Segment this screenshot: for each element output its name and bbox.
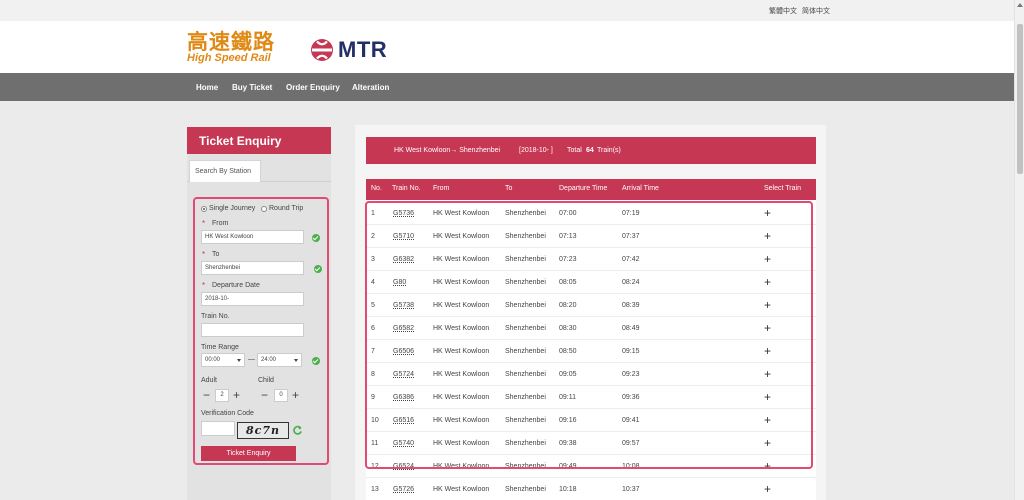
col-select-train: Select Train xyxy=(764,185,801,192)
results-date: [2018-10- ] xyxy=(519,147,553,154)
to-label: To xyxy=(212,251,220,258)
from-valid-check-icon xyxy=(312,234,320,242)
enquiry-panel-title: Ticket Enquiry xyxy=(199,134,282,148)
table-highlight-box xyxy=(365,201,813,469)
nav-buy-ticket[interactable]: Buy Ticket xyxy=(232,83,272,92)
round-trip-label: Round Trip xyxy=(269,205,304,212)
child-plus-button[interactable]: + xyxy=(290,389,301,402)
scroll-thumb[interactable] xyxy=(1017,24,1023,174)
single-journey-radio[interactable] xyxy=(201,206,207,212)
col-no: No. xyxy=(371,185,382,192)
row-number: 13 xyxy=(371,486,379,493)
time-to-value: 24:00 xyxy=(261,357,277,363)
adult-minus-button[interactable]: − xyxy=(201,389,212,402)
hsr-logo-english: High Speed Rail xyxy=(187,52,271,64)
lang-simplified-chinese-link[interactable]: 简体中文 xyxy=(802,6,830,16)
time-range-label: Time Range xyxy=(201,344,239,351)
time-range-valid-check-icon xyxy=(312,357,320,365)
col-arrival-time: Arrival Time xyxy=(622,185,659,192)
col-from: From xyxy=(433,185,450,192)
mtr-logo-icon xyxy=(311,39,333,61)
row-to: Shenzhenbei xyxy=(505,486,546,493)
table-row: 13 G5726 HK West Kowloon Shenzhenbei 10:18 10… xyxy=(366,478,816,500)
row-arrival-time: 10:37 xyxy=(622,486,640,493)
from-label: From xyxy=(212,220,229,227)
page-scrollbar[interactable] xyxy=(1014,0,1024,500)
mtr-logo[interactable]: MTR xyxy=(310,37,387,63)
results-banner: HK West Kowloon→ Shenzhenbei [2018-10- ]… xyxy=(366,137,816,164)
col-departure-time: Departure Time xyxy=(559,185,608,192)
results-total-prefix: Total xyxy=(567,147,582,154)
select-train-plus-icon[interactable]: + xyxy=(764,482,771,496)
chevron-down-icon xyxy=(237,359,241,362)
time-range-separator: — xyxy=(248,356,255,363)
required-asterisk: * xyxy=(202,219,206,228)
results-table-header: No. Train No. From To Departure Time Arr… xyxy=(366,179,816,200)
scroll-up-arrow-icon[interactable] xyxy=(1017,3,1023,7)
to-valid-check-icon xyxy=(314,265,322,273)
nav-home[interactable]: Home xyxy=(196,83,218,92)
enquiry-panel-header: Ticket Enquiry xyxy=(187,127,331,154)
results-total-suffix: Train(s) xyxy=(597,147,621,154)
adult-count[interactable]: 2 xyxy=(215,389,229,402)
row-departure-time: 10:18 xyxy=(559,486,577,493)
time-from-select[interactable]: 00:00 xyxy=(201,353,245,367)
train-no-input[interactable] xyxy=(201,323,304,337)
single-journey-label: Single Journey xyxy=(209,205,256,212)
to-input[interactable]: Shenzhenbei xyxy=(201,261,304,275)
child-minus-button[interactable]: − xyxy=(259,389,270,402)
from-input[interactable]: HK West Kowloon xyxy=(201,230,304,244)
chevron-down-icon xyxy=(294,359,298,362)
col-to: To xyxy=(505,185,513,192)
round-trip-radio[interactable] xyxy=(261,206,267,212)
tab-search-by-station[interactable]: Search By Station xyxy=(189,160,261,182)
adult-plus-button[interactable]: + xyxy=(231,389,242,402)
time-to-select[interactable]: 24:00 xyxy=(257,353,302,367)
mtr-logo-text: MTR xyxy=(338,37,388,62)
verification-code-input[interactable] xyxy=(201,421,235,436)
required-asterisk: * xyxy=(202,281,206,290)
nav-alteration[interactable]: Alteration xyxy=(352,83,389,92)
main-nav: Home Buy Ticket Order Enquiry Alteration xyxy=(0,73,1014,101)
departure-date-label: Departure Date xyxy=(212,282,260,289)
hsr-logo-chinese: 高速鐵路 xyxy=(187,29,275,54)
language-bar: 繁體中文 简体中文 xyxy=(0,0,1014,21)
train-no-label: Train No. xyxy=(201,313,230,320)
child-label: Child xyxy=(258,377,274,384)
row-from: HK West Kowloon xyxy=(433,486,490,493)
captcha-image: 8c7n xyxy=(237,422,289,439)
hsr-logo[interactable]: 高速鐵路 High Speed Rail xyxy=(187,31,287,67)
site-header: 高速鐵路 High Speed Rail MTR xyxy=(0,21,1014,73)
lang-traditional-chinese-link[interactable]: 繁體中文 xyxy=(769,6,797,16)
required-asterisk: * xyxy=(202,250,206,259)
child-count[interactable]: 0 xyxy=(274,389,288,402)
col-train-no: Train No. xyxy=(392,185,421,192)
ticket-enquiry-button[interactable]: Ticket Enquiry xyxy=(201,446,296,461)
refresh-captcha-icon[interactable] xyxy=(292,425,303,436)
time-from-value: 00:00 xyxy=(205,357,221,363)
verification-code-label: Verification Code xyxy=(201,410,254,417)
departure-date-input[interactable]: 2018-10- xyxy=(201,292,304,306)
results-total-count: 64 xyxy=(586,147,594,154)
nav-order-enquiry[interactable]: Order Enquiry xyxy=(286,83,340,92)
results-route: HK West Kowloon→ Shenzhenbei xyxy=(394,147,501,154)
adult-label: Adult xyxy=(201,377,217,384)
row-train-no-link[interactable]: G5726 xyxy=(393,486,414,493)
